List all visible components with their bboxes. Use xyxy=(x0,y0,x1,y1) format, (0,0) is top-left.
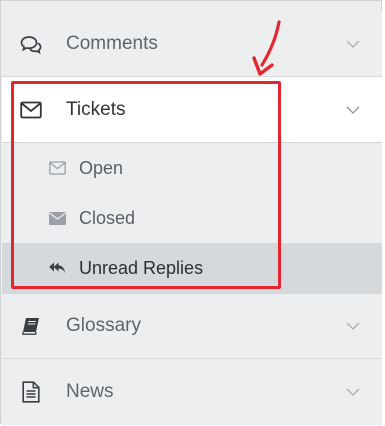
chevron-down-icon[interactable] xyxy=(346,321,360,331)
reply-all-icon xyxy=(48,259,66,277)
menu-item-news[interactable]: News xyxy=(2,359,382,425)
menu-item-glossary-label: Glossary xyxy=(66,315,141,336)
envelope-open-icon xyxy=(48,159,66,177)
menu-item-news-label: News xyxy=(66,381,114,402)
envelope-icon xyxy=(19,98,43,122)
menu-item-tickets-label: Tickets xyxy=(66,98,126,120)
chevron-down-icon[interactable] xyxy=(346,387,360,397)
submenu-item-unread-replies[interactable]: Unread Replies xyxy=(2,243,382,293)
submenu-item-unread-replies-label: Unread Replies xyxy=(79,257,204,278)
submenu-item-open-label: Open xyxy=(79,157,124,178)
submenu-item-closed[interactable]: Closed xyxy=(2,193,382,243)
annotation-arrow-icon xyxy=(252,20,281,76)
menu-item-comments-label: Comments xyxy=(66,32,158,54)
menu-item-tickets[interactable]: Tickets xyxy=(2,77,382,143)
submenu-item-open[interactable]: Open xyxy=(2,143,382,193)
chevron-down-icon[interactable] xyxy=(346,105,360,115)
comments-icon xyxy=(19,32,43,56)
chevron-down-icon[interactable] xyxy=(346,39,360,49)
submenu-item-closed-label: Closed xyxy=(79,207,136,228)
menu-item-comments[interactable]: Comments xyxy=(2,11,382,77)
envelope-closed-icon xyxy=(48,209,66,227)
menu-item-glossary[interactable]: Glossary xyxy=(2,293,382,359)
book-icon xyxy=(19,314,43,338)
sidebar-menu: Comments Tickets Open Closed Unread Repl… xyxy=(0,0,382,425)
document-icon xyxy=(19,380,43,404)
